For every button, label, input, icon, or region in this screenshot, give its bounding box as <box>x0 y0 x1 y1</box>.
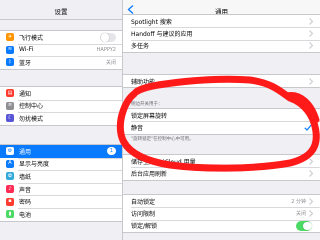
row-label: 锁定/解锁 <box>131 223 158 231</box>
row-lock-unlock[interactable]: 锁定/解锁 <box>123 219 320 232</box>
update-badge: 1 <box>107 147 116 156</box>
sidebar-group-notifications: ▤ 通知 ≡ 控制中心 ☾ 勿扰模式 <box>0 86 122 126</box>
chevron-right-icon <box>309 42 314 50</box>
wifi-network-value: HAPPY2 <box>96 46 116 53</box>
chevron-right-icon <box>309 17 314 25</box>
row-multitasking[interactable]: 多任务 <box>123 39 320 52</box>
row-restrictions[interactable]: 访问限制 关闭 <box>123 207 320 219</box>
chevron-right-icon <box>309 197 314 205</box>
sidebar-item-wifi[interactable]: ≋ Wi-Fi HAPPY2 <box>0 43 122 57</box>
wifi-icon: ≋ <box>6 45 14 54</box>
general-group-search: Spotlight 搜索 Handoff 与建议的应用 多任务 <box>123 14 320 54</box>
chevron-right-icon <box>309 210 314 217</box>
battery-icon: ▮ <box>6 210 14 219</box>
sound-icon: ♪ <box>6 185 14 194</box>
wallpaper-icon: ✿ <box>6 172 14 181</box>
sidebar-item-general[interactable]: ⚙ 通用 1 <box>0 145 122 158</box>
control-center-icon: ≡ <box>6 101 14 110</box>
gear-icon: ⚙ <box>6 147 14 156</box>
sidebar-item-sounds[interactable]: ♪ 声音 <box>0 182 122 196</box>
sidebar-item-label: 飞行模式 <box>19 34 44 42</box>
sidebar-item-label: 通知 <box>19 90 32 98</box>
sidebar-item-label: 显示与亮度 <box>19 161 50 169</box>
general-settings-pane: 通用 Spotlight 搜索 Handoff 与建议的应用 多任务 辅助功能 … <box>123 0 320 240</box>
sidebar-group-connectivity: ✈ 飞行模式 ≋ Wi-Fi HAPPY2 ᛒ 蓝牙 关闭 <box>0 30 122 70</box>
general-group-lock: 自动锁定 2 分钟 访问限制 关闭 锁定/解锁 <box>123 194 320 234</box>
sidebar-item-label: 勿扰模式 <box>19 115 44 123</box>
row-label: 辅助功能 <box>131 78 156 86</box>
side-switch-options: 锁定屏幕旋转 静音 <box>123 108 320 135</box>
sidebar-title: 设置 <box>54 8 68 16</box>
sidebar-item-label: 控制中心 <box>19 103 44 111</box>
notifications-icon: ▤ <box>6 89 14 98</box>
row-label: 自动锁定 <box>131 198 156 206</box>
option-mute[interactable]: 静音 <box>123 121 320 133</box>
settings-sidebar: 设置 ✈ 飞行模式 ≋ Wi-Fi HAPPY2 ᛒ 蓝牙 关闭 ▤ 通知 ≡ … <box>0 0 123 240</box>
sidebar-item-label: 墙纸 <box>19 173 32 181</box>
side-switch-section-header: 侧边开关用于： <box>131 102 163 107</box>
row-label: 后台应用刷新 <box>131 171 168 179</box>
option-label: 静音 <box>131 125 144 133</box>
sidebar-item-display-brightness[interactable]: A 显示与亮度 <box>0 157 122 171</box>
side-switch-section-footer: "旋转锁定"在控制中心中可用。 <box>131 137 194 142</box>
row-label: 储存空间与 iCloud 用量 <box>131 158 196 166</box>
chevron-right-icon <box>309 170 314 177</box>
chevron-right-icon <box>309 77 314 85</box>
airplane-icon: ✈ <box>6 33 14 42</box>
sidebar-item-notifications[interactable]: ▤ 通知 <box>0 87 122 100</box>
airplane-mode-toggle[interactable] <box>100 32 116 43</box>
sidebar-item-do-not-disturb[interactable]: ☾ 勿扰模式 <box>0 112 122 125</box>
sidebar-item-label: 蓝牙 <box>19 59 32 67</box>
checkmark-icon <box>304 124 312 131</box>
bluetooth-icon: ᛒ <box>6 58 14 67</box>
row-spotlight-search[interactable]: Spotlight 搜索 <box>123 15 320 27</box>
sidebar-title-divider <box>0 19 122 20</box>
sidebar-item-wallpaper[interactable]: ✿ 墙纸 <box>0 170 122 183</box>
sidebar-item-label: 密码 <box>19 199 32 207</box>
auto-lock-value: 2 分钟 <box>291 198 306 205</box>
row-handoff[interactable]: Handoff 与建议的应用 <box>123 27 320 39</box>
sidebar-item-label: 通用 <box>19 148 32 156</box>
display-brightness-icon: A <box>6 159 14 168</box>
sidebar-item-label: 电池 <box>19 211 32 219</box>
general-group-storage: 储存空间与 iCloud 用量 后台应用刷新 <box>123 154 320 181</box>
do-not-disturb-icon: ☾ <box>6 114 14 123</box>
restrictions-value: 关闭 <box>295 211 306 218</box>
sidebar-item-label: Wi-Fi <box>19 46 34 54</box>
general-group-accessibility: 辅助功能 <box>123 74 320 89</box>
row-label: Handoff 与建议的应用 <box>131 31 193 39</box>
sidebar-item-label: 声音 <box>19 186 32 194</box>
row-auto-lock[interactable]: 自动锁定 2 分钟 <box>123 195 320 207</box>
row-label: 多任务 <box>131 43 150 51</box>
sidebar-item-control-center[interactable]: ≡ 控制中心 <box>0 99 122 113</box>
sidebar-group-device: ⚙ 通用 1 A 显示与亮度 ✿ 墙纸 ♪ 声音 ▪ 密码 ▮ 电池 <box>0 144 122 222</box>
chevron-right-icon <box>309 157 314 165</box>
row-background-refresh[interactable]: 后台应用刷新 <box>123 167 320 179</box>
row-storage-icloud[interactable]: 储存空间与 iCloud 用量 <box>123 155 320 167</box>
row-label: Spotlight 搜索 <box>131 18 172 26</box>
sidebar-item-battery[interactable]: ▮ 电池 <box>0 207 122 221</box>
option-label: 锁定屏幕旋转 <box>131 112 168 120</box>
sidebar-item-airplane-mode[interactable]: ✈ 飞行模式 <box>0 31 122 44</box>
row-label: 访问限制 <box>131 211 156 219</box>
passcode-icon: ▪ <box>6 197 14 206</box>
option-lock-rotation[interactable]: 锁定屏幕旋转 <box>123 109 320 121</box>
sidebar-item-passcode[interactable]: ▪ 密码 <box>0 195 122 208</box>
sidebar-item-bluetooth[interactable]: ᛒ 蓝牙 关闭 <box>0 56 122 69</box>
bluetooth-status-value: 关闭 <box>105 59 116 66</box>
lock-unlock-toggle[interactable] <box>296 221 312 231</box>
chevron-right-icon <box>309 30 314 37</box>
row-accessibility[interactable]: 辅助功能 <box>123 75 320 87</box>
